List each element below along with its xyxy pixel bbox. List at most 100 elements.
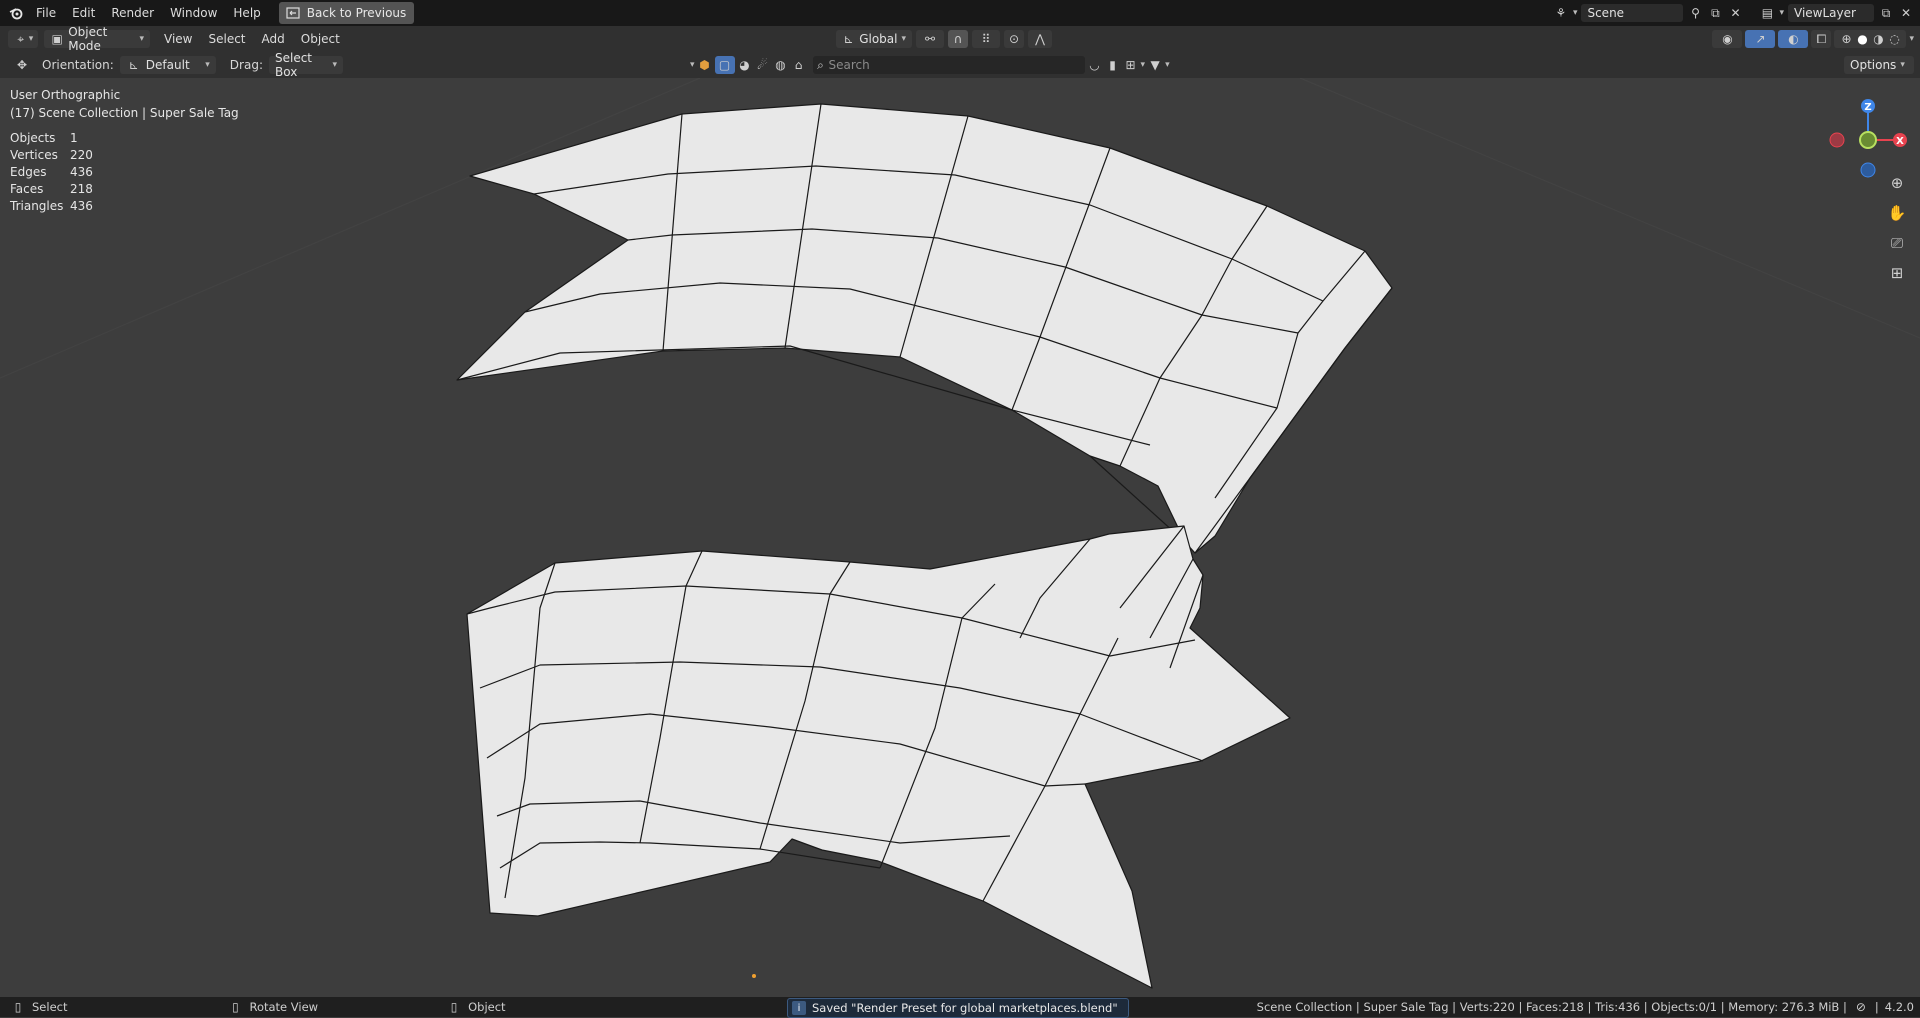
- pin-icon[interactable]: ⚲: [1687, 5, 1703, 21]
- blender-logo-icon[interactable]: [8, 5, 24, 21]
- xray-toggle[interactable]: ⧠: [1811, 30, 1832, 48]
- delete-scene-icon[interactable]: ✕: [1727, 5, 1743, 21]
- collection-info: (17) Scene Collection | Super Sale Tag: [10, 106, 239, 120]
- filter-light-icon[interactable]: ☄: [755, 57, 771, 73]
- search-field[interactable]: ⌕ Search: [812, 56, 1085, 74]
- falloff-button[interactable]: ⋀: [1028, 30, 1052, 48]
- gizmo-z-label: Z: [1864, 102, 1871, 113]
- mode-dropdown[interactable]: ▣ Object Mode ▾: [44, 25, 150, 53]
- visibility-button[interactable]: ◉: [1712, 30, 1743, 48]
- menu-object[interactable]: Object: [293, 26, 348, 52]
- orientation-axis-icon: ⊾: [843, 32, 854, 46]
- filter-material-icon[interactable]: ◕: [737, 57, 753, 73]
- proportional-edit-toggle[interactable]: ⊙: [1004, 30, 1024, 48]
- view-layer-icon[interactable]: ▤: [1759, 5, 1775, 21]
- pan-hand-icon[interactable]: ✋: [1884, 200, 1910, 226]
- orientation-dropdown[interactable]: ⊾ Default ▾: [119, 56, 216, 74]
- snap-target-button[interactable]: ⠿: [972, 30, 1000, 48]
- status-object: ▯ Object: [446, 999, 506, 1015]
- new-scene-icon[interactable]: ⧉: [1707, 5, 1723, 21]
- view-name: User Orthographic: [10, 88, 121, 102]
- status-rotate-view: ▯ Rotate View: [227, 999, 318, 1015]
- gizmo-x-label: X: [1896, 136, 1904, 147]
- menu-select[interactable]: Select: [200, 26, 253, 52]
- overlays-toggle[interactable]: ◐: [1778, 30, 1809, 48]
- upper-mesh-band: [456, 103, 1393, 554]
- editor-type-button[interactable]: ⌖ ▾: [8, 30, 38, 48]
- filter-camera-icon[interactable]: ⌂: [791, 57, 807, 73]
- material-shading-icon[interactable]: ◑: [1870, 31, 1886, 47]
- snap-grid-icon: ⠿: [981, 32, 991, 46]
- proportional-icon: ⊙: [1008, 32, 1020, 46]
- drag-label: Drag:: [229, 58, 263, 72]
- menu-add[interactable]: Add: [254, 26, 293, 52]
- bookmark-icon[interactable]: ▮: [1105, 57, 1121, 73]
- ortho-grid-icon[interactable]: ⊞: [1884, 260, 1910, 286]
- scene-field[interactable]: Scene: [1581, 4, 1684, 22]
- mouse-middle-icon: ▯: [232, 1000, 239, 1014]
- search-placeholder: Search: [828, 58, 870, 72]
- viewport-header: ⌖ ▾ ▣ Object Mode ▾ View Select Add Objec…: [0, 25, 1920, 53]
- camera-view-icon[interactable]: ⎚: [1884, 230, 1910, 256]
- scene-info-text: Scene Collection | Super Sale Tag | Vert…: [1256, 1000, 1847, 1014]
- overlays-icon: ◐: [1788, 32, 1799, 46]
- new-view-layer-icon[interactable]: ⧉: [1878, 5, 1894, 21]
- drag-dropdown[interactable]: Select Box ▾: [268, 51, 343, 79]
- wireframe-shading-icon[interactable]: ⊕: [1838, 31, 1854, 47]
- back-to-previous-label: Back to Previous: [306, 6, 407, 20]
- stat-row-objects: Objects 1: [10, 131, 78, 145]
- menu-view[interactable]: View: [156, 26, 200, 52]
- top-bar: File Edit Render Window Help Back to Pre…: [0, 0, 1920, 26]
- status-select: ▯ Select: [10, 999, 68, 1015]
- shading-mode-buttons[interactable]: ⊕ ● ◑ ◌: [1834, 30, 1907, 48]
- mesh-filter-icon: ▢: [718, 58, 731, 72]
- object-types-icon[interactable]: ⬢: [697, 57, 713, 73]
- stat-row-triangles: Triangles 436: [10, 199, 93, 213]
- tool-settings-bar: ✥ Orientation: ⊾ Default ▾ Drag: Select …: [0, 51, 1920, 79]
- menu-edit[interactable]: Edit: [64, 0, 103, 26]
- options-dropdown[interactable]: Options ▾: [1844, 56, 1914, 74]
- status-bar: ▯ Select ▯ Rotate View ▯ Object i Saved …: [0, 997, 1920, 1018]
- rendered-shading-icon[interactable]: ◌: [1886, 31, 1902, 47]
- default-orientation-icon: ⊾: [128, 58, 139, 72]
- version-text: 4.2.0: [1884, 1000, 1914, 1014]
- solid-shading-icon[interactable]: ●: [1854, 31, 1870, 47]
- lower-mesh-band: [466, 525, 1291, 989]
- navigation-gizmo[interactable]: Z X: [1825, 88, 1915, 178]
- menu-file[interactable]: File: [28, 0, 64, 26]
- magnet-icon: ∩: [953, 32, 963, 46]
- menu-render[interactable]: Render: [103, 0, 162, 26]
- viewport-info: User Orthographic (17) Scene Collection …: [10, 86, 239, 122]
- delete-view-layer-icon[interactable]: ✕: [1898, 5, 1914, 21]
- editor-type-icon: ⌖: [17, 31, 25, 46]
- menu-window[interactable]: Window: [162, 0, 225, 26]
- filter-mesh-button[interactable]: ▢: [714, 56, 735, 74]
- pivot-icon: ⚯: [924, 32, 936, 46]
- screen-back-icon: [285, 5, 301, 21]
- orientation-label: Orientation:: [42, 58, 114, 72]
- 3d-viewport[interactable]: User Orthographic (17) Scene Collection …: [0, 78, 1920, 997]
- filter-toggle-icon[interactable]: ◡: [1087, 57, 1103, 73]
- 3d-cursor-dot: [752, 974, 756, 978]
- pivot-point-button[interactable]: ⚯: [916, 30, 944, 48]
- mesh-render: [0, 78, 1920, 989]
- move-tool-icon[interactable]: ✥: [14, 57, 30, 73]
- falloff-curve-icon: ⋀: [1035, 32, 1045, 46]
- stat-row-edges: Edges 436: [10, 165, 93, 179]
- menu-help[interactable]: Help: [225, 0, 268, 26]
- save-notification[interactable]: i Saved "Render Preset for global market…: [787, 998, 1129, 1018]
- transform-orientation-dropdown[interactable]: ⊾ Global ▾: [836, 30, 912, 48]
- info-icon: i: [792, 1001, 806, 1015]
- funnel-filter-icon[interactable]: ▼: [1147, 57, 1163, 73]
- view-layer-field[interactable]: ViewLayer: [1788, 4, 1874, 22]
- gizmo-toggle[interactable]: ↗: [1745, 30, 1776, 48]
- gizmo-icon: ↗: [1755, 32, 1766, 46]
- zoom-icon[interactable]: ⊕: [1884, 170, 1910, 196]
- filter-world-icon[interactable]: ◍: [773, 57, 789, 73]
- snap-toggle[interactable]: ∩: [948, 30, 968, 48]
- back-to-previous-button[interactable]: Back to Previous: [278, 2, 415, 24]
- layout-icon[interactable]: ⊞: [1123, 57, 1139, 73]
- scene-icon[interactable]: ⚘: [1553, 5, 1569, 21]
- stat-row-vertices: Vertices 220: [10, 148, 93, 162]
- mouse-right-icon: ▯: [450, 1000, 458, 1014]
